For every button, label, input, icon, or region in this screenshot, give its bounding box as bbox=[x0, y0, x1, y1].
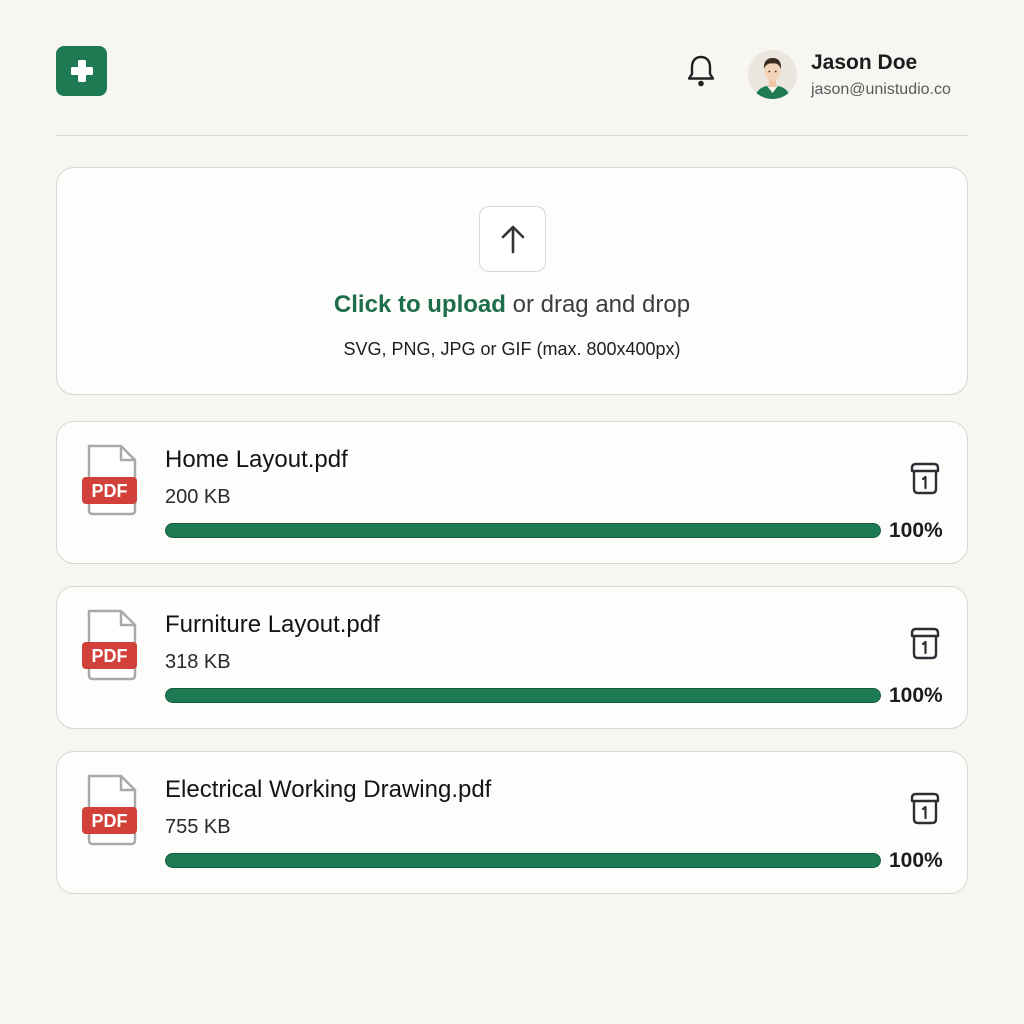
trash-icon bbox=[910, 792, 940, 825]
upload-progress-fill bbox=[165, 523, 881, 538]
upload-button[interactable] bbox=[479, 206, 546, 272]
trash-icon bbox=[910, 462, 940, 495]
pdf-badge-label: PDF bbox=[92, 646, 128, 666]
header-divider bbox=[56, 135, 968, 136]
app-header: Jason Doe jason@unistudio.co bbox=[56, 40, 968, 110]
delete-file-button[interactable] bbox=[905, 458, 945, 498]
file-size: 200 KB bbox=[165, 486, 231, 508]
plus-icon bbox=[70, 60, 93, 82]
drag-drop-text: or drag and drop bbox=[512, 291, 691, 318]
file-card: PDF Furniture Layout.pdf 318 KB 100% bbox=[56, 586, 968, 729]
upload-progress-percent: 100% bbox=[889, 684, 943, 707]
user-name: Jason Doe bbox=[811, 51, 918, 74]
upload-progress-fill bbox=[165, 688, 881, 703]
upload-hint: SVG, PNG, JPG or GIF (max. 800x400px) bbox=[343, 339, 681, 359]
upload-dropzone[interactable]: Click to upload or drag and drop SVG, PN… bbox=[56, 167, 968, 395]
trash-icon bbox=[910, 627, 940, 660]
file-name: Home Layout.pdf bbox=[165, 446, 348, 473]
notifications-button[interactable] bbox=[684, 52, 718, 90]
file-card: PDF Electrical Working Drawing.pdf 755 K… bbox=[56, 751, 968, 894]
upload-progress-bar bbox=[165, 523, 881, 538]
bell-icon bbox=[687, 55, 715, 87]
upload-progress-fill bbox=[165, 853, 881, 868]
file-card: PDF Home Layout.pdf 200 KB 100% bbox=[56, 421, 968, 564]
upload-progress-bar bbox=[165, 688, 881, 703]
app-logo[interactable] bbox=[56, 46, 107, 96]
avatar[interactable] bbox=[748, 50, 797, 99]
pdf-file-icon: PDF bbox=[81, 609, 139, 681]
upload-progress-percent: 100% bbox=[889, 519, 943, 542]
upload-progress-bar bbox=[165, 853, 881, 868]
delete-file-button[interactable] bbox=[905, 623, 945, 663]
file-name: Electrical Working Drawing.pdf bbox=[165, 776, 492, 803]
pdf-badge-label: PDF bbox=[92, 811, 128, 831]
click-to-upload-link[interactable]: Click to upload bbox=[334, 291, 506, 318]
user-avatar-icon bbox=[748, 50, 797, 99]
file-size: 318 KB bbox=[165, 651, 231, 673]
arrow-up-icon bbox=[501, 225, 524, 254]
pdf-file-icon: PDF bbox=[81, 774, 139, 846]
upload-progress-percent: 100% bbox=[889, 849, 943, 872]
file-name: Furniture Layout.pdf bbox=[165, 611, 380, 638]
delete-file-button[interactable] bbox=[905, 788, 945, 828]
user-email: jason@unistudio.co bbox=[811, 81, 951, 98]
upload-instructions: Click to upload or drag and drop bbox=[57, 291, 967, 319]
pdf-file-icon: PDF bbox=[81, 444, 139, 516]
file-size: 755 KB bbox=[165, 816, 231, 838]
pdf-badge-label: PDF bbox=[92, 481, 128, 501]
